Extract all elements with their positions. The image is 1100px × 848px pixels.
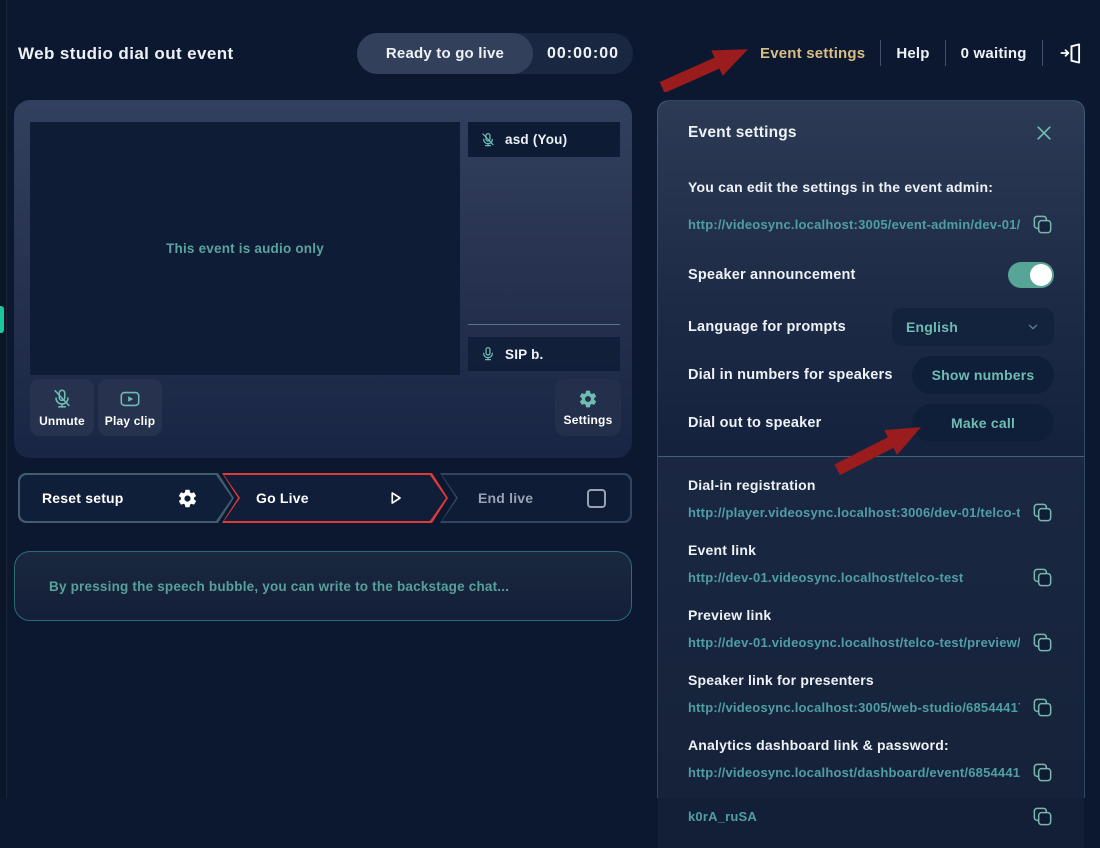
- go-live-button[interactable]: Go Live: [222, 473, 448, 523]
- live-status-badge: Ready to go live: [357, 33, 533, 74]
- go-live-label: Go Live: [256, 490, 309, 506]
- language-value: English: [906, 319, 958, 335]
- toggle-knob: [1030, 264, 1052, 286]
- speaker-announcement-toggle[interactable]: [1008, 262, 1054, 288]
- nav-separator: [880, 40, 881, 66]
- play-clip-button[interactable]: Play clip: [98, 379, 162, 436]
- leave-event-icon[interactable]: [1058, 40, 1084, 66]
- audio-only-notice: This event is audio only: [166, 241, 324, 256]
- nav-waiting-count[interactable]: 0 waiting: [961, 45, 1027, 62]
- speaker-link[interactable]: http://videosync.localhost:3005/web-stud…: [688, 700, 1020, 715]
- banner-body: Go Live: [224, 475, 446, 521]
- language-select[interactable]: English: [892, 308, 1054, 346]
- show-numbers-button[interactable]: Show numbers: [912, 356, 1054, 394]
- banner-body: Reset setup: [20, 475, 232, 521]
- participants-divider: [468, 324, 620, 325]
- event-link[interactable]: http://dev-01.videosync.localhost/telco-…: [688, 570, 963, 585]
- gear-icon: [177, 488, 198, 509]
- close-icon[interactable]: [1034, 123, 1054, 143]
- nav-separator: [1042, 40, 1043, 66]
- panel-title: Event settings: [688, 124, 797, 142]
- preview-link[interactable]: http://dev-01.videosync.localhost/telco-…: [688, 635, 1020, 650]
- dial-in-registration-link[interactable]: http://player.videosync.localhost:3006/d…: [688, 505, 1020, 520]
- copy-icon[interactable]: [1030, 695, 1054, 719]
- backstage-chat-hint[interactable]: By pressing the speech bubble, you can w…: [14, 551, 632, 621]
- stop-square-icon: [587, 489, 606, 508]
- nav-event-settings[interactable]: Event settings: [760, 45, 865, 62]
- link-label: Event link: [688, 542, 1054, 558]
- mic-icon: [480, 346, 496, 362]
- copy-icon[interactable]: [1030, 565, 1054, 589]
- language-label: Language for prompts: [688, 319, 846, 335]
- unmute-button[interactable]: Unmute: [30, 379, 94, 436]
- participant-name: SIP b.: [505, 347, 543, 362]
- analytics-dashboard-link[interactable]: http://videosync.localhost/dashboard/eve…: [688, 765, 1020, 780]
- live-status: Ready to go live 00:00:00: [357, 33, 633, 74]
- event-settings-panel: Event settings You can edit the settings…: [657, 100, 1085, 798]
- mic-muted-icon: [480, 132, 496, 148]
- web-studio-app: Web studio dial out event Ready to go li…: [0, 0, 1100, 798]
- reset-setup-button[interactable]: Reset setup: [18, 473, 234, 523]
- make-call-button[interactable]: Make call: [912, 404, 1054, 442]
- banner-body: End live: [442, 475, 630, 521]
- copy-icon[interactable]: [1030, 760, 1054, 784]
- chat-hint-text: By pressing the speech bubble, you can w…: [49, 579, 509, 594]
- link-label: Preview link: [688, 607, 1054, 623]
- end-live-label: End live: [478, 490, 533, 506]
- copy-icon[interactable]: [1030, 804, 1054, 828]
- admin-hint-text: You can edit the settings in the event a…: [688, 179, 1054, 195]
- link-label: Dial-in registration: [688, 477, 1054, 493]
- participant-tile-asd[interactable]: asd (You): [468, 122, 620, 157]
- stage-settings-button[interactable]: Settings: [555, 379, 621, 436]
- live-timer: 00:00:00: [533, 45, 633, 63]
- link-label: Speaker link for presenters: [688, 672, 1054, 688]
- copy-icon[interactable]: [1030, 630, 1054, 654]
- play-icon: [384, 487, 406, 509]
- dial-out-label: Dial out to speaker: [688, 415, 822, 431]
- settings-label: Settings: [564, 413, 613, 427]
- admin-link[interactable]: http://videosync.localhost:3005/event-ad…: [688, 217, 1020, 232]
- left-rail: [0, 0, 7, 798]
- dial-in-numbers-label: Dial in numbers for speakers: [688, 367, 893, 383]
- speaker-announcement-label: Speaker announcement: [688, 267, 856, 283]
- page-title: Web studio dial out event: [18, 44, 234, 64]
- dashboard-password[interactable]: k0rA_ruSA: [688, 809, 757, 824]
- participant-tile-sip[interactable]: SIP b.: [468, 337, 620, 371]
- mic-muted-icon: [51, 388, 73, 410]
- play-clip-icon: [119, 388, 141, 410]
- event-links-section: Dial-in registration http://player.video…: [658, 457, 1084, 848]
- stage-panel: This event is audio only asd (You): [14, 100, 632, 458]
- nav-help[interactable]: Help: [896, 45, 929, 62]
- video-preview: This event is audio only: [30, 122, 460, 375]
- play-clip-label: Play clip: [105, 414, 156, 428]
- gear-icon: [578, 389, 598, 409]
- link-label: Analytics dashboard link & password:: [688, 737, 1054, 753]
- participant-name: asd (You): [505, 132, 567, 147]
- rail-accent-handle[interactable]: [0, 306, 4, 333]
- top-nav: Event settings Help 0 waiting: [760, 38, 1084, 68]
- unmute-label: Unmute: [39, 414, 85, 428]
- copy-icon[interactable]: [1030, 212, 1054, 236]
- copy-icon[interactable]: [1030, 500, 1054, 524]
- end-live-button[interactable]: End live: [440, 473, 632, 523]
- nav-separator: [945, 40, 946, 66]
- live-controls: Reset setup Go Live: [14, 473, 632, 523]
- reset-setup-label: Reset setup: [42, 490, 124, 506]
- annotation-arrow-event-settings: [656, 44, 756, 92]
- chevron-down-icon: [1026, 320, 1040, 334]
